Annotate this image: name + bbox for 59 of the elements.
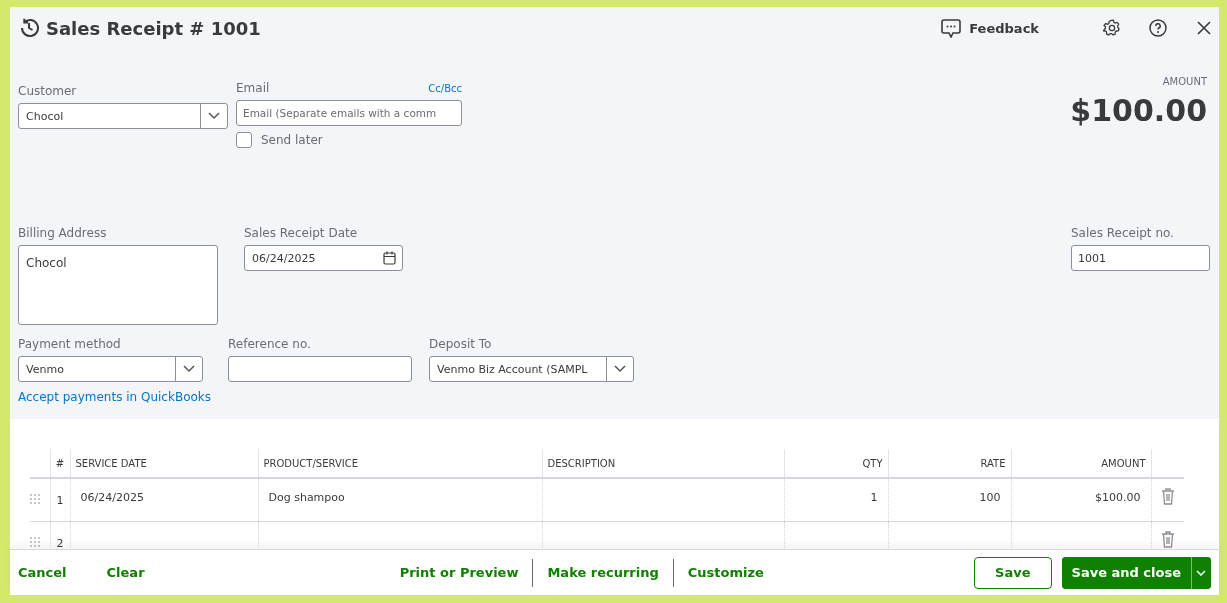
chevron-down-icon	[208, 112, 220, 120]
history-icon[interactable]	[18, 17, 40, 39]
column-header: QTY	[784, 449, 888, 479]
chat-bubble-icon	[941, 18, 962, 38]
table-cell: 100	[979, 490, 1001, 504]
column-header: DESCRIPTION	[542, 449, 784, 479]
field-label: Customer	[18, 84, 78, 98]
footer-link[interactable]: Customize	[687, 565, 764, 581]
row-number: 2	[50, 521, 70, 550]
column-header: SERVICE DATE	[70, 449, 258, 479]
checkbox-label: Send later	[261, 133, 323, 147]
trash-icon[interactable]	[1160, 531, 1175, 549]
cancel-button[interactable]: Cancel	[18, 565, 67, 581]
email-field[interactable]: Email (Separate emails with a comm	[236, 100, 462, 126]
settings-button[interactable]	[1103, 19, 1121, 37]
table-cell: $100.00	[1095, 490, 1141, 504]
footer-link[interactable]: Make recurring	[547, 565, 659, 581]
footer-link[interactable]: Print or Preview	[399, 565, 519, 581]
chevron-down-icon	[1196, 569, 1207, 576]
column-header: AMOUNT	[1011, 449, 1151, 479]
field-label: Billing Address	[18, 226, 108, 240]
help-button[interactable]	[1149, 19, 1167, 37]
save-button[interactable]: Save	[974, 556, 1052, 589]
row-number: 1	[50, 478, 70, 522]
accept-payments-link[interactable]: Accept payments in QuickBooks	[18, 390, 212, 404]
field-label: Reference no.	[228, 337, 312, 351]
customer-dropdown[interactable]: Chocol	[18, 103, 228, 129]
reference-number-field[interactable]	[228, 356, 413, 382]
column-header: RATE	[888, 449, 1011, 479]
field-label: Email	[236, 81, 270, 95]
deposit-to-dropdown[interactable]: Venmo Biz Account (SAMPL	[429, 356, 635, 382]
column-header: #	[50, 449, 70, 479]
table-cell: 06/24/2025	[80, 490, 144, 504]
column-header: PRODUCT/SERVICE	[258, 449, 542, 479]
billing-address-field[interactable]: Chocol	[18, 245, 218, 325]
feedback-button[interactable]: Feedback	[941, 18, 1039, 38]
close-button[interactable]	[1197, 21, 1211, 35]
amount-label: AMOUNT	[1161, 76, 1207, 87]
chevron-down-icon	[614, 365, 627, 373]
field-label: Deposit To	[429, 337, 493, 351]
field-label: Sales Receipt no.	[1071, 226, 1175, 240]
field-label: Payment method	[18, 337, 122, 351]
drag-handle-icon[interactable]	[30, 536, 40, 547]
chevron-down-icon	[183, 365, 195, 373]
save-options-dropdown[interactable]	[1191, 556, 1211, 589]
drag-handle-icon[interactable]	[30, 493, 40, 504]
amount-total: $100.00	[1070, 93, 1207, 128]
checkbox[interactable]	[236, 132, 252, 148]
calendar-icon[interactable]	[383, 251, 396, 265]
payment-method-dropdown[interactable]: Venmo	[18, 356, 203, 382]
date-field[interactable]: 06/24/2025	[244, 245, 403, 271]
cc-bcc-link[interactable]: Cc/Bcc	[428, 82, 462, 94]
page-title: Sales Receipt # 1001	[46, 17, 261, 39]
field-label: Sales Receipt Date	[244, 226, 359, 240]
clear-button[interactable]: Clear	[106, 565, 145, 581]
receipt-number-field[interactable]: 1001	[1071, 245, 1210, 271]
table-cell: Dog shampoo	[268, 490, 345, 504]
table-cell: 1	[870, 490, 878, 504]
trash-icon[interactable]	[1160, 488, 1175, 506]
